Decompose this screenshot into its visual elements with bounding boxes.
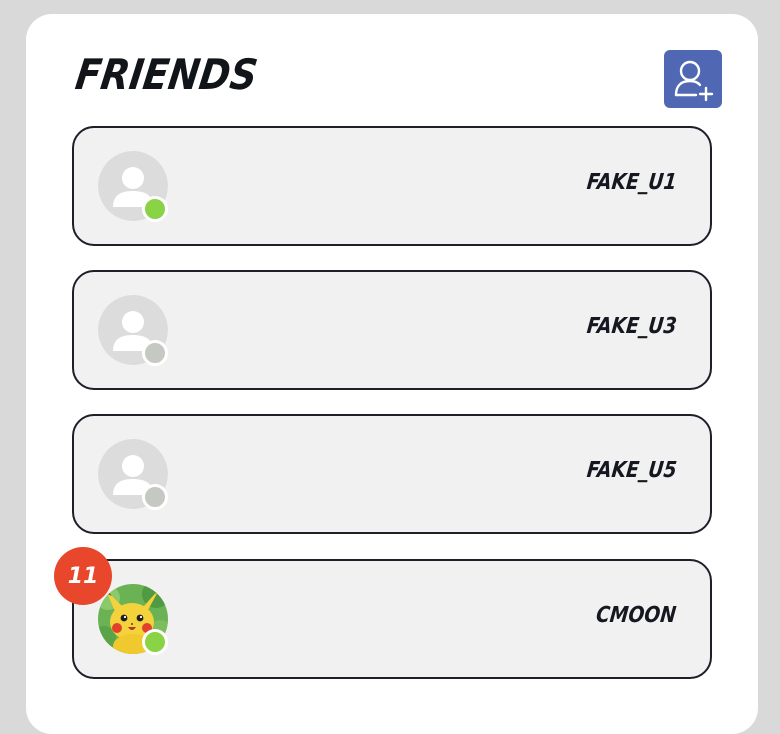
friend-item-cmoon[interactable]: 11 CMOON [54, 547, 712, 679]
online-status-dot [142, 196, 168, 222]
add-user-icon [674, 60, 714, 102]
friend-item-fake-u3[interactable]: FAKE_U3 [72, 270, 712, 390]
friend-item-fake-u5[interactable]: FAKE_U5 [72, 414, 712, 534]
friend-name: FAKE_U5 [585, 458, 678, 483]
friends-panel: FRIENDS FAKE_U1 FAKE_U3 FAKE_U5 11 CMOON [26, 14, 758, 734]
online-status-dot [142, 629, 168, 655]
friend-name: FAKE_U1 [585, 170, 678, 195]
friend-name: FAKE_U3 [585, 314, 678, 339]
offline-status-dot [142, 340, 168, 366]
friend-name: CMOON [594, 603, 678, 628]
add-friend-button[interactable] [664, 50, 722, 108]
offline-status-dot [142, 484, 168, 510]
friend-item-fake-u1[interactable]: FAKE_U1 [72, 126, 712, 246]
unread-count-badge: 11 [54, 547, 112, 605]
page-title: FRIENDS [72, 50, 261, 99]
